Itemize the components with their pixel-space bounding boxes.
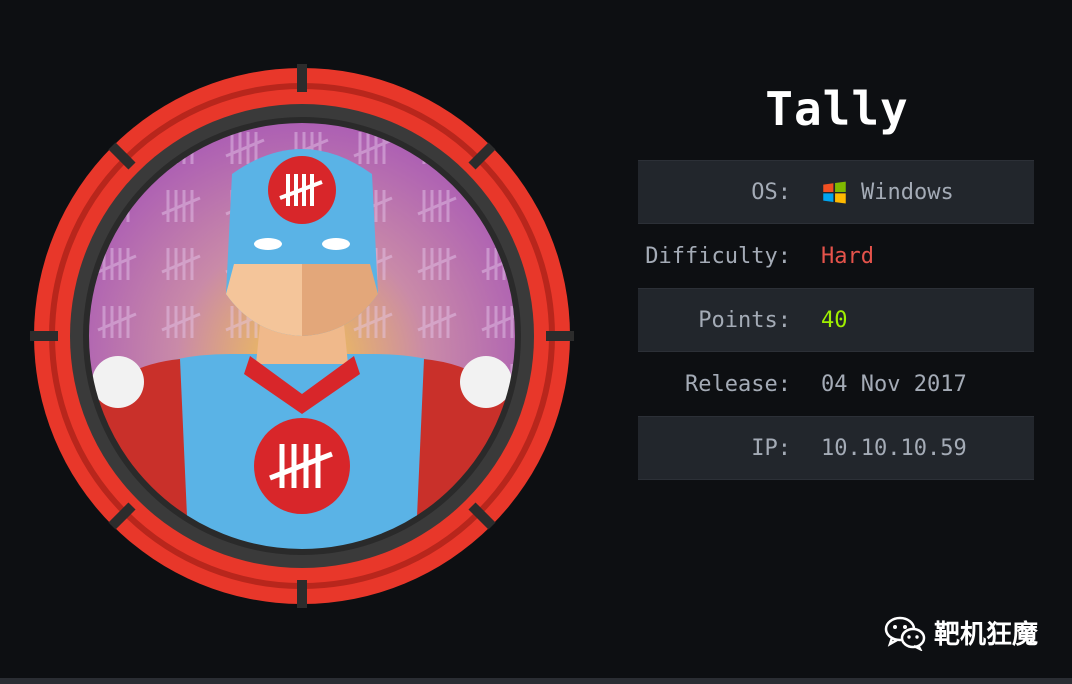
watermark-text: 靶机狂魔 <box>933 620 1038 650</box>
info-row-points: Points: 40 <box>638 288 1034 352</box>
difficulty-value: Hard <box>821 243 874 269</box>
os-label: OS: <box>751 179 791 205</box>
os-value: Windows <box>821 179 954 206</box>
machine-title: Tally <box>765 82 909 136</box>
os-value-text: Windows <box>861 179 954 205</box>
bottom-divider <box>0 678 1072 684</box>
release-value: 04 Nov 2017 <box>821 371 967 397</box>
info-row-release: Release: 04 Nov 2017 <box>638 352 1034 416</box>
machine-info-table: OS: Windows Difficulty: Hard Points: 40 … <box>638 160 1034 480</box>
difficulty-label: Difficulty: <box>645 243 791 269</box>
wechat-icon <box>884 616 926 651</box>
machine-avatar <box>30 64 574 608</box>
info-row-difficulty: Difficulty: Hard <box>638 224 1034 288</box>
ip-value: 10.10.10.59 <box>821 435 967 461</box>
ip-label: IP: <box>751 435 791 461</box>
info-row-os: OS: Windows <box>638 160 1034 224</box>
points-value: 40 <box>821 307 848 333</box>
points-label: Points: <box>698 307 791 333</box>
windows-icon <box>823 181 846 204</box>
release-label: Release: <box>685 371 791 397</box>
watermark: 靶机狂魔 <box>884 614 1038 651</box>
superhero-badge-image <box>30 64 574 608</box>
info-row-ip: IP: 10.10.10.59 <box>638 416 1034 480</box>
